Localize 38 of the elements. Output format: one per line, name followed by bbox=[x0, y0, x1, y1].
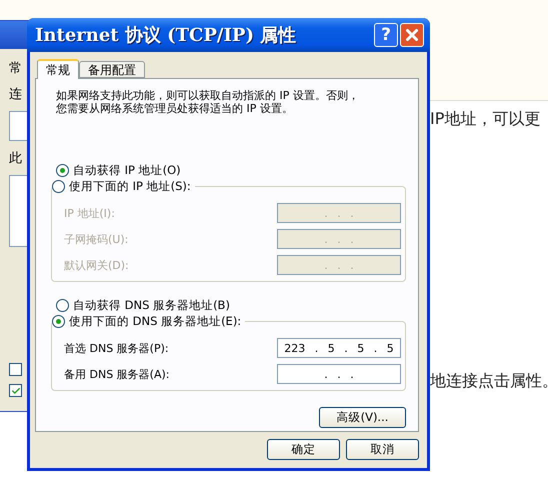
tab[interactable]: 备用配置 bbox=[79, 61, 145, 78]
description-text: 如果网络支持此功能，则可以获取自动指派的 IP 设置。否则， bbox=[56, 89, 360, 102]
ip-address-field[interactable]: . . . bbox=[277, 364, 401, 384]
radio-label: 自动获得 DNS 服务器地址(B) bbox=[73, 298, 230, 312]
dialog-button[interactable]: 取消 bbox=[346, 439, 419, 460]
field-label: 子网掩码(U): bbox=[64, 232, 128, 246]
advanced-button[interactable]: 高级(V)... bbox=[319, 407, 406, 428]
radio-button[interactable] bbox=[56, 298, 69, 312]
list-label: 此 bbox=[9, 150, 23, 167]
radio-label: 自动获得 IP 地址(O) bbox=[73, 162, 181, 178]
check-icon bbox=[10, 386, 20, 396]
dialog-button[interactable]: 确定 bbox=[267, 439, 340, 460]
close-button[interactable] bbox=[400, 23, 424, 47]
help-button[interactable]: ? bbox=[374, 23, 398, 47]
radio-option[interactable]: 使用下面的 DNS 服务器地址(E): bbox=[52, 312, 246, 330]
radio-label: 使用下面的 DNS 服务器地址(E): bbox=[69, 314, 242, 328]
radio-option[interactable]: 自动获得 DNS 服务器地址(B) bbox=[56, 296, 406, 314]
field-label: 备用 DNS 服务器(A): bbox=[64, 366, 170, 382]
tab[interactable]: 常规 bbox=[37, 59, 79, 79]
field-label: IP 地址(I): bbox=[64, 206, 115, 220]
radio-button[interactable] bbox=[56, 164, 69, 176]
field-label: 连 bbox=[9, 86, 23, 103]
radio-option[interactable]: 自动获得 IP 地址(O) bbox=[56, 161, 406, 179]
description-text: 您需要从网络系统管理员处获得适当的 IP 设置。 bbox=[56, 102, 294, 115]
radio-button[interactable] bbox=[52, 180, 65, 192]
article-text: IP地址，可以更 bbox=[430, 109, 542, 129]
checkbox[interactable] bbox=[9, 363, 22, 376]
window-title: Internet 协议 (TCP/IP) 属性 bbox=[35, 24, 298, 47]
field-label: 首选 DNS 服务器(P): bbox=[64, 340, 169, 356]
field-label: 默认网关(D): bbox=[64, 258, 129, 272]
checkbox[interactable] bbox=[9, 384, 22, 397]
radio-label: 使用下面的 IP 地址(S): bbox=[69, 178, 191, 194]
article-text: 地连接点击属性。 bbox=[430, 371, 548, 391]
radio-option[interactable]: 使用下面的 IP 地址(S): bbox=[52, 177, 195, 195]
tab-label: 常 bbox=[9, 60, 23, 77]
close-icon bbox=[403, 26, 421, 44]
ip-address-field[interactable]: 223 . 5 . 5 . 5 bbox=[277, 338, 401, 358]
radio-button[interactable] bbox=[52, 314, 65, 328]
